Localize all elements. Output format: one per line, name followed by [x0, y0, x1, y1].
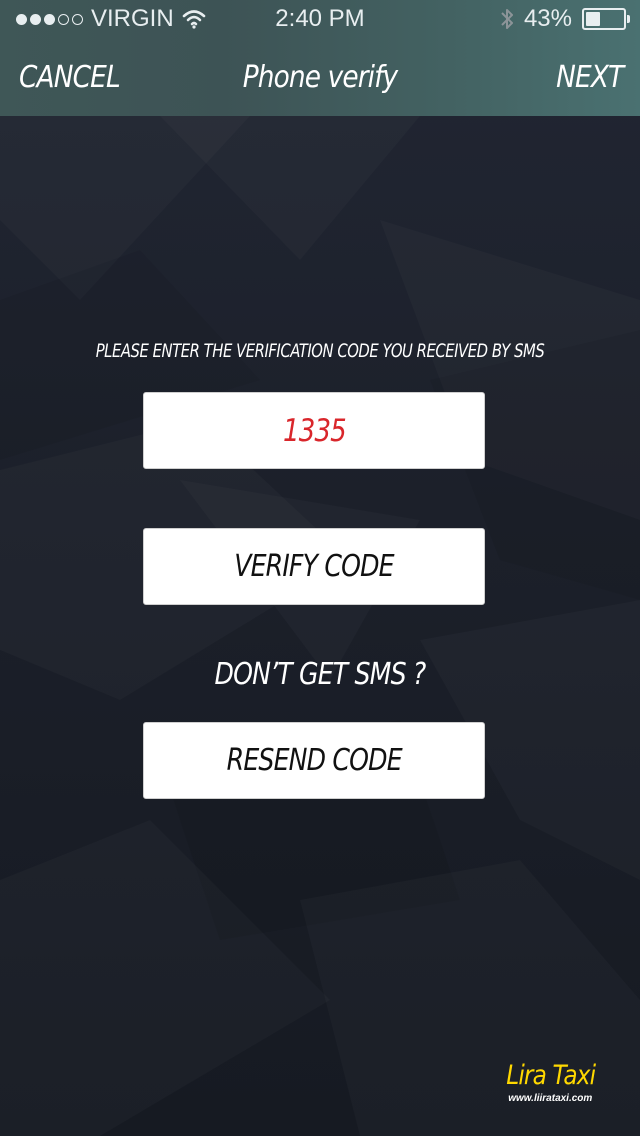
status-bar: VIRGIN 2:40 PM 43% — [0, 0, 640, 40]
resend-code-button[interactable]: RESEND CODE — [143, 722, 485, 799]
verification-code-value: 1335 — [282, 412, 347, 449]
page-title: Phone verify — [242, 60, 398, 95]
instruction-text: PLEASE ENTER THE VERIFICATION CODE YOU R… — [95, 340, 545, 362]
bluetooth-icon — [501, 9, 513, 29]
brand-url: www.liirataxi.com — [508, 1093, 593, 1104]
battery-percent: 43% — [523, 5, 572, 32]
verification-code-field[interactable]: 1335 — [143, 392, 485, 469]
next-button[interactable]: NEXT — [556, 60, 624, 95]
battery-icon — [582, 8, 630, 30]
battery-fill — [586, 12, 600, 26]
brand-logo: Lira Taxi www.liirataxi.com — [499, 1060, 602, 1104]
brand-name: Lira Taxi — [505, 1060, 596, 1091]
resend-code-label: RESEND CODE — [226, 743, 402, 778]
no-sms-text: DON’T GET SMS ? — [214, 657, 427, 692]
battery-nub — [627, 15, 630, 23]
verify-code-label: VERIFY CODE — [234, 549, 394, 584]
verify-code-button[interactable]: VERIFY CODE — [143, 528, 485, 605]
